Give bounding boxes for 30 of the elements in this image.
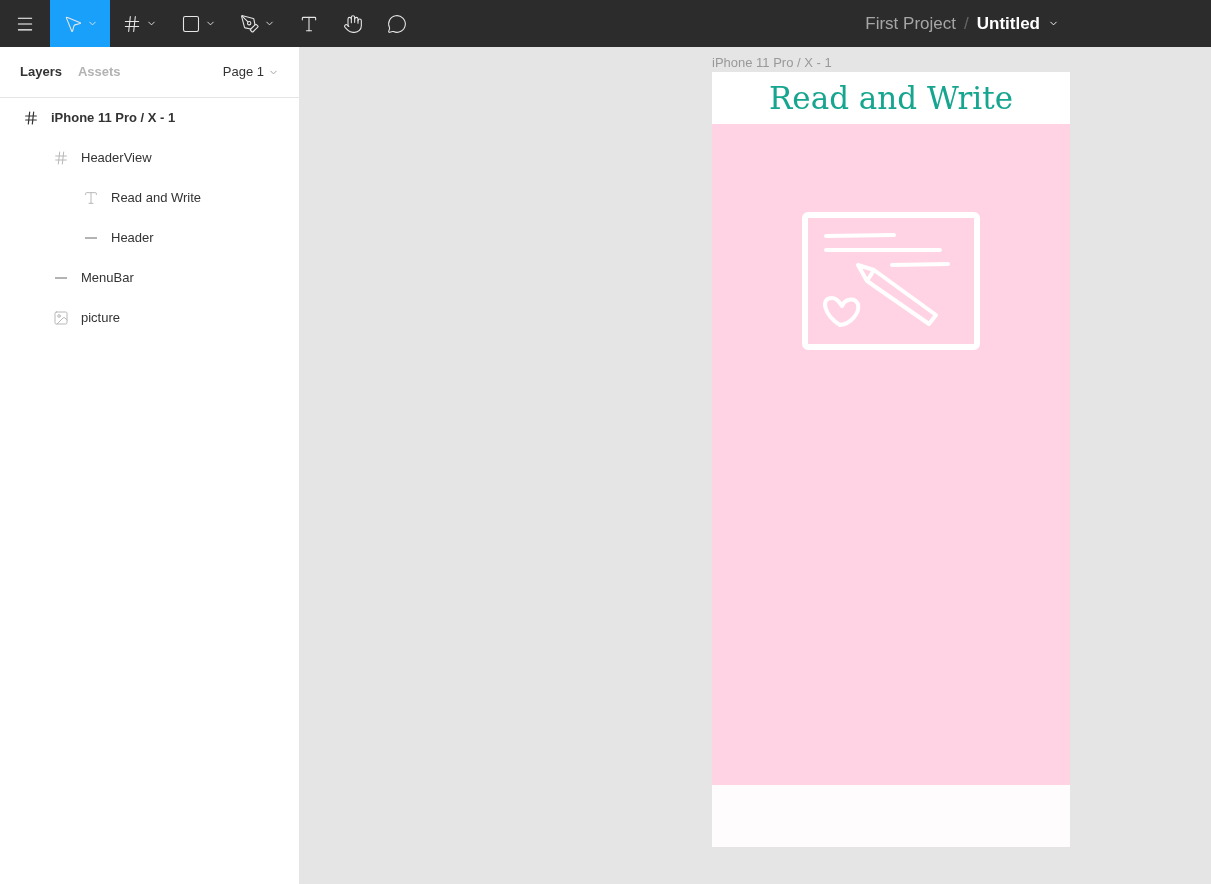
layer-name: MenuBar bbox=[81, 269, 134, 288]
hand-icon bbox=[343, 13, 363, 34]
frame-icon bbox=[122, 13, 142, 34]
line-icon bbox=[55, 277, 67, 279]
frame-icon bbox=[23, 110, 39, 126]
layer-row[interactable]: HeaderView bbox=[0, 138, 299, 178]
pen-icon bbox=[240, 13, 260, 34]
layer-name: HeaderView bbox=[81, 149, 152, 168]
image-icon bbox=[53, 310, 69, 326]
breadcrumb-separator: / bbox=[964, 12, 969, 35]
layer-row[interactable]: iPhone 11 Pro / X - 1 bbox=[0, 98, 299, 138]
layer-name: Read and Write bbox=[111, 189, 202, 208]
layer-row[interactable]: Header bbox=[0, 218, 299, 258]
project-name[interactable]: First Project bbox=[865, 10, 956, 37]
frame-icon bbox=[53, 150, 69, 166]
layer-name: iPhone 11 Pro / X - 1 bbox=[51, 109, 176, 128]
line-icon bbox=[85, 237, 97, 239]
layer-name: picture bbox=[81, 309, 121, 328]
square-icon bbox=[181, 13, 201, 34]
layer-row[interactable]: picture bbox=[0, 298, 299, 338]
app-heading: Read and Write bbox=[769, 78, 1013, 118]
file-name[interactable]: Untitled bbox=[976, 10, 1040, 37]
layer-row[interactable]: MenuBar bbox=[0, 258, 299, 298]
speech-bubble-icon bbox=[387, 13, 407, 34]
text-icon bbox=[83, 190, 99, 206]
writing-pad-icon bbox=[802, 212, 980, 350]
panel-tab[interactable]: Layers bbox=[20, 62, 62, 82]
layer-row[interactable]: Read and Write bbox=[0, 178, 299, 218]
layer-name: Header bbox=[111, 229, 154, 248]
page-selector[interactable]: Page 1 bbox=[222, 62, 279, 82]
